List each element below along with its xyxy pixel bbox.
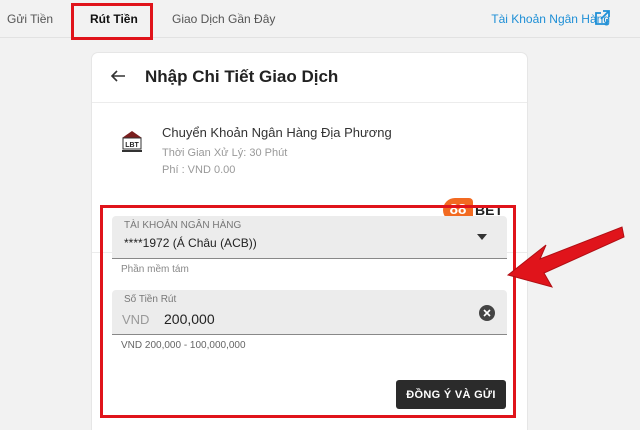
method-name: Chuyển Khoản Ngân Hàng Địa Phương <box>162 125 392 140</box>
lbt-bank-icon: LBT <box>122 131 142 152</box>
external-link-icon[interactable] <box>594 10 610 26</box>
back-arrow-icon[interactable] <box>110 68 126 84</box>
card-header: Nhập Chi Tiết Giao Dịch <box>92 53 527 103</box>
card-title: Nhập Chi Tiết Giao Dịch <box>145 67 339 86</box>
tab-highlight-box <box>71 3 153 40</box>
bank-account-link[interactable]: Tài Khoản Ngân Hàng <box>491 12 610 26</box>
lbt-logo-text: LBT <box>125 142 139 149</box>
form-highlight-box <box>100 205 516 418</box>
processing-time: Thời Gian Xử Lý: 30 Phút <box>162 147 288 159</box>
method-fee: Phí : VND 0.00 <box>162 164 236 176</box>
tab-deposit[interactable]: Gửi Tiền <box>7 12 53 26</box>
pointer-arrow-icon <box>506 226 625 288</box>
tab-recent-transactions[interactable]: Giao Dịch Gần Đây <box>172 12 275 26</box>
